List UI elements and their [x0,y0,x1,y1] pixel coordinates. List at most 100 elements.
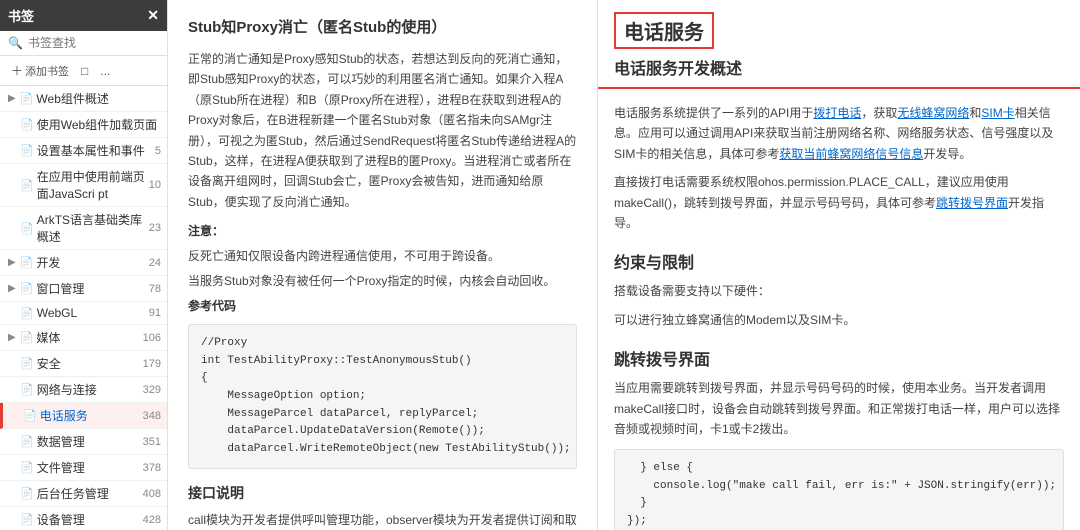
sidebar-item-label: 设置基本属性和事件 [37,142,151,159]
sidebar-item-count: 408 [143,488,161,500]
doc-section-title: Stub知Proxy消亡（匿名Stub的使用） [188,16,577,37]
sidebar-item-label: 在应用中使用前端页面JavaScri pt [37,168,145,202]
intro-text-1: 电话服务系统提供了一系列的API用于 [614,106,813,120]
sidebar-item-count: 23 [149,222,161,234]
interface-desc: call模块为开发者提供呼叫管理功能，observer模块为开发者提供订阅和取消… [188,511,577,530]
bookmark-icon: 📄 [20,222,34,235]
constraint-item: 可以进行独立蜂窝通信的Modem以及SIM卡。 [614,310,1064,330]
sidebar-item-label: Web组件概述 [36,90,161,107]
sidebar-item-count: 179 [143,358,161,370]
sidebar-item-count: 91 [149,307,161,319]
sidebar-item-label: 媒体 [36,329,138,346]
sidebar: 书签 ✕ 🔍 ＋ 添加书签 □ ... ▶📄Web组件概述📄使用Web组件加载页… [0,0,168,530]
bookmark-icon: 📄 [20,461,34,474]
sidebar-item-network[interactable]: 📄网络与连接329 [0,377,167,403]
sidebar-item-label: 设备管理 [37,511,139,528]
doc-ref-title: 参考代码 [188,297,577,314]
add-bookmark-button[interactable]: ＋ 添加书签 [8,60,72,81]
intro-text-5: 开发导。 [923,147,971,161]
sidebar-item-count: 351 [143,436,161,448]
sidebar-item-label: 文件管理 [37,459,139,476]
sidebar-list: ▶📄Web组件概述📄使用Web组件加载页面📄设置基本属性和事件5📄在应用中使用前… [0,86,167,530]
link-dial[interactable]: 拨打电话 [813,106,861,120]
sidebar-item-label: 开发 [36,254,144,271]
sidebar-item-media[interactable]: ▶ 📄媒体 106 [0,325,167,351]
interface-title: 接口说明 [188,483,577,503]
main-content: Stub知Proxy消亡（匿名Stub的使用） 正常的消亡通知是Proxy感知S… [168,0,1080,530]
expand-button[interactable]: □ [78,62,91,80]
intro-text-3: 和 [969,106,981,120]
right-panel-title: 电话服务 [614,12,714,49]
sidebar-item-base-events[interactable]: 📄设置基本属性和事件 5 [0,138,167,164]
constraint-title: 约束与限制 [614,249,1064,273]
intro-text-2: ，获取 [861,106,897,120]
sidebar-item-label: 电话服务 [40,407,139,424]
sidebar-item-ark-ts[interactable]: 📄ArkTS语言基础类库概述 23 [0,207,167,250]
right-panel-body: 电话服务系统提供了一系列的API用于拨打电话，获取无线蜂窝网络和SIM卡相关信息… [598,89,1080,530]
sidebar-item-count: 106 [143,332,161,344]
sidebar-item-count: 428 [143,514,161,526]
sidebar-item-label: ArkTS语言基础类库概述 [37,211,145,245]
link-dialpad[interactable]: 跳转拨号界面 [936,196,1008,210]
intro-text: 电话服务系统提供了一系列的API用于拨打电话，获取无线蜂窝网络和SIM卡相关信息… [614,103,1064,164]
arrow-icon: ▶ [8,283,16,294]
more-icon: ... [100,64,110,78]
link-cellular[interactable]: 无线蜂窝网络 [897,106,969,120]
bookmark-icon: 📄 [20,92,34,105]
constraint-section: 约束与限制 搭载设备需要支持以下硬件： 可以进行独立蜂窝通信的Modem以及SI… [614,249,1064,330]
bookmark-icon: 📄 [20,256,34,269]
sidebar-toolbar: ＋ 添加书签 □ ... [0,56,167,86]
sidebar-item-count: 5 [155,145,161,157]
arrow-icon: ▶ [8,332,16,343]
bookmark-icon: 📄 [20,383,34,396]
sidebar-title: 书签 [8,6,34,25]
code-block-2: } else { console.log("make call fail, er… [614,449,1064,530]
sidebar-item-webgl[interactable]: 📄WebGL91 [0,302,167,325]
note-label: 注意： [188,224,224,238]
doc-note-title: 注意： [188,222,577,239]
sidebar-item-count: 78 [149,283,161,295]
bookmark-icon: 📄 [20,144,34,157]
add-label: 添加书签 [25,63,69,79]
search-input[interactable] [28,36,159,50]
sidebar-item-dev[interactable]: ▶📄开发24 [0,250,167,276]
bookmark-icon: 📄 [20,282,34,295]
sidebar-item-device-mgr[interactable]: 📄设备管理428 [0,507,167,530]
sidebar-item-file-mgr[interactable]: 📄文件管理378 [0,455,167,481]
constraint-text: 搭载设备需要支持以下硬件： [614,281,1064,301]
link-sim[interactable]: SIM卡 [981,106,1014,120]
add-icon: ＋ [11,62,23,79]
bookmark-icon: 📄 [20,179,34,192]
sidebar-item-port-mgr[interactable]: ▶📄窗口管理78 [0,276,167,302]
expand-icon: □ [81,64,88,78]
sidebar-item-js-main[interactable]: 📄在应用中使用前端页面JavaScri pt 10 [0,164,167,207]
more-button[interactable]: ... [97,62,113,80]
dialpad-desc: 当应用需要跳转到拨号界面，并显示号码号码的时候，使用本业务。当开发者调用make… [614,378,1064,439]
sidebar-item-label: 网络与连接 [37,381,139,398]
bookmark-icon: 📄 [20,331,34,344]
intro-section: 电话服务系统提供了一系列的API用于拨打电话，获取无线蜂窝网络和SIM卡相关信息… [614,103,1064,233]
sidebar-search-bar: 🔍 [0,31,167,56]
close-icon[interactable]: ✕ [147,7,159,24]
sidebar-item-label: 安全 [37,355,139,372]
sidebar-item-bg-task[interactable]: 📄后台任务管理408 [0,481,167,507]
sidebar-item-count: 10 [149,179,161,191]
sidebar-item-security[interactable]: 📄安全179 [0,351,167,377]
code-block-1: //Proxy int TestAbilityProxy::TestAnonym… [188,324,577,469]
bookmark-icon: 📄 [20,118,34,131]
sidebar-item-web-load[interactable]: 📄使用Web组件加载页面 [0,112,167,138]
sidebar-item-telephone[interactable]: 📄电话服务348 [0,403,167,429]
link-signal[interactable]: 获取当前蜂窝网络信号信息 [779,147,923,161]
sidebar-item-web-overview[interactable]: ▶ 📄Web组件概述 [0,86,167,112]
bookmark-icon: 📄 [23,409,37,422]
search-icon: 🔍 [8,36,23,50]
doc-note1: 反死亡通知仅限设备内跨进程通信使用，不可用于跨设备。 [188,247,577,264]
bookmark-icon: 📄 [20,307,34,320]
arrow-icon: ▶ [8,93,16,104]
sidebar-item-label: 后台任务管理 [37,485,139,502]
sidebar-item-data-mgr[interactable]: 📄数据管理351 [0,429,167,455]
right-panel-header: 电话服务 电话服务开发概述 [598,0,1080,89]
intro-text-2nd: 直接拨打电话需要系统权限ohos.permission.PLACE_CALL，建… [614,172,1064,233]
doc-panel: Stub知Proxy消亡（匿名Stub的使用） 正常的消亡通知是Proxy感知S… [168,0,598,530]
sidebar-item-count: 24 [149,257,161,269]
